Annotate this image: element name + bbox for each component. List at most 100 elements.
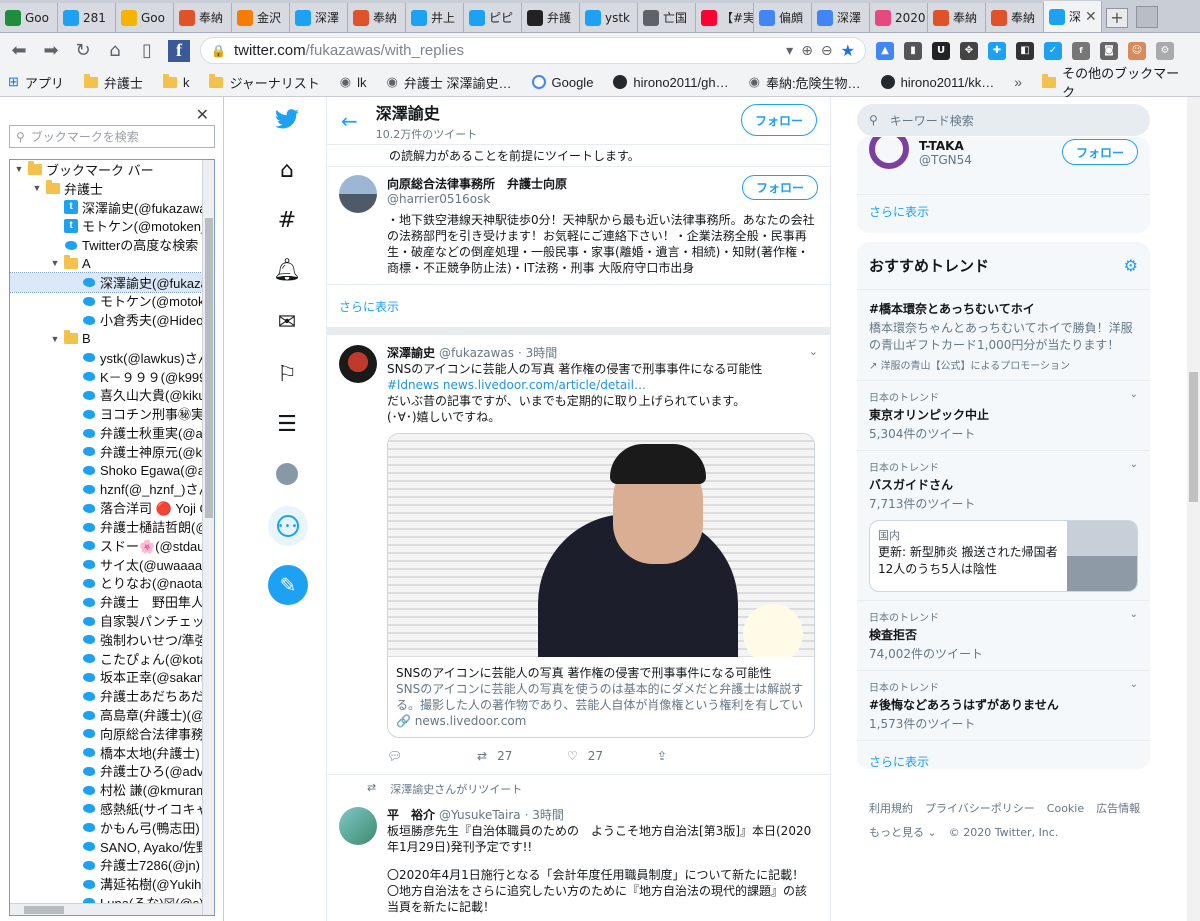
bookmark-item[interactable]: 弁護士 — [83, 73, 143, 92]
bookmark-item[interactable]: 村松 謙(@kmurama) — [10, 780, 202, 799]
more-options-icon[interactable]: ••• — [268, 506, 308, 546]
back-arrow-icon[interactable]: ← — [341, 109, 358, 133]
news-card[interactable]: 国内 更新: 新型肺炎 搬送された帰国者12人のうち5人は陰性 — [869, 520, 1138, 592]
browser-tab[interactable]: ピピ — [464, 3, 522, 32]
new-tab-button[interactable]: + — [1106, 8, 1128, 28]
bookmark-item[interactable]: 高島章(弁護士)(@) — [10, 705, 202, 724]
lists-icon[interactable]: ☰ — [274, 411, 300, 437]
show-more-link[interactable]: さらに表示 — [327, 285, 830, 327]
bookmark-item[interactable]: hirono2011/kk… — [880, 75, 994, 90]
bookmark-item[interactable]: ヨコチン刑事㊙実況 — [10, 404, 202, 423]
url-ext-icon[interactable]: U — [932, 41, 950, 60]
browser-tab[interactable]: 奉納 — [174, 3, 232, 32]
bookmark-item[interactable]: 小倉秀夫(@Hideo_Ogura) — [10, 310, 202, 329]
browser-tab[interactable]: 金沢 — [232, 3, 290, 32]
bookmarks-icon[interactable]: ⚐ — [274, 361, 300, 387]
browser-tab[interactable]: 深澤 — [290, 3, 348, 32]
suggested-user[interactable]: 向原総合法律事務所 弁護士向原 @harrier0516osk フォロー ・地下… — [327, 167, 830, 285]
footer-link[interactable]: Cookie — [1047, 797, 1084, 821]
tweet-author[interactable]: 深澤諭史 — [387, 345, 435, 361]
twitter-ext-icon[interactable]: ✓ — [1044, 41, 1062, 60]
font-ext-icon[interactable]: f — [1072, 41, 1090, 60]
retweet-button[interactable]: ⇄ 27 — [477, 748, 527, 764]
bookmark-item[interactable]: ◉ lk — [340, 74, 367, 90]
avatar[interactable] — [339, 345, 377, 383]
facebook-icon[interactable]: f — [168, 39, 190, 62]
bookmark-item[interactable]: かもん弓(鴨志田) — [10, 818, 202, 837]
bookmarks-panel-icon[interactable]: ▯ — [136, 40, 158, 62]
bookmark-item[interactable]: 溝延祐樹(@Yukih) — [10, 874, 202, 893]
user-name[interactable]: T-TAKA — [919, 139, 972, 153]
bookmark-item[interactable]: 弁護士 野田隼人 — [10, 592, 202, 611]
settings-ext-icon[interactable]: ⚙ — [1156, 41, 1174, 60]
bookmark-item[interactable]: ⊞ アプリ — [8, 73, 64, 92]
home-icon[interactable]: ⌂ — [274, 157, 300, 183]
bookmark-item[interactable]: ystk(@lawkus)さん — [10, 348, 202, 367]
bookmark-item[interactable]: こたぴょん(@kotaro) — [10, 649, 202, 668]
link-card[interactable]: SNSのアイコンに芸能人の写真 著作権の侵害で刑事事件になる可能性 SNSのアイ… — [387, 433, 815, 738]
bookmark-folder[interactable]: ▼ ブックマーク バー — [10, 160, 202, 179]
bookmark-item[interactable]: SANO, Ayako/佐野 — [10, 837, 202, 856]
chevron-down-icon[interactable]: ⌄ — [1130, 459, 1138, 470]
browser-tab[interactable]: 偏頗 — [754, 3, 812, 32]
bookmark-item[interactable]: hirono2011/gh… — [613, 75, 729, 90]
bookmark-item[interactable]: とりなお(@naotaro) — [10, 574, 202, 593]
footer-link[interactable]: プライバシーポリシー — [925, 797, 1035, 821]
bookmark-item[interactable]: 弁護士あだちあだち — [10, 686, 202, 705]
browser-tab[interactable]: 奉納 — [928, 3, 986, 32]
trend-item[interactable]: 日本のトレンド 東京オリンピック中止 5,304件のツイート ⌄ — [857, 381, 1150, 451]
browser-tab[interactable]: Goo — [116, 3, 174, 32]
share-icon[interactable]: ⇪ — [657, 748, 707, 764]
show-more-link[interactable]: さらに表示 — [857, 741, 1150, 769]
bookmark-item[interactable]: K－９９９(@k999) — [10, 367, 202, 386]
trend-item[interactable]: 日本のトレンド バスガイドさん 7,713件のツイート ⌄ 国内 更新: 新型肺炎 搬送さ… — [857, 451, 1150, 601]
extension-icon[interactable]: ▲ — [876, 41, 894, 60]
bookmark-item[interactable]: t 深澤諭史(@fukazawas) — [10, 198, 202, 217]
tweet-time[interactable]: · 3時間 — [525, 807, 564, 823]
browser-tab[interactable]: 井上 — [406, 3, 464, 32]
page-scrollbar[interactable] — [1187, 97, 1200, 921]
compose-tweet-icon[interactable]: ✎ — [268, 565, 308, 605]
bookmark-item[interactable]: hznf(@_hznf_)さん — [10, 480, 202, 499]
show-more-link[interactable]: さらに表示 — [857, 195, 1150, 228]
bookmark-item[interactable]: 弁護士樋詰哲朗(@h) — [10, 517, 202, 536]
bookmark-tree[interactable]: ▼ ブックマーク バー ▼ 弁護士 t 深澤諭史(@fukazawas) t モトケン(@mo… — [9, 159, 215, 916]
notes-ext-icon[interactable]: ◧ — [1016, 41, 1034, 60]
bookmark-item[interactable]: 自家製パンチェッタ — [10, 611, 202, 630]
close-icon[interactable]: ✕ — [1085, 9, 1097, 25]
tweet-link[interactable]: news.livedoor.com/article/detail… — [443, 378, 646, 392]
bookmark-item[interactable]: 向原総合法律事務所 — [10, 724, 202, 743]
bookmark-item[interactable]: 弁護士秋重実(@aki) — [10, 423, 202, 442]
messages-mail-icon[interactable]: ✉ — [274, 309, 300, 335]
browser-tab[interactable]: 奉納 — [986, 3, 1044, 32]
bookmark-item[interactable]: k — [162, 73, 189, 90]
avatar[interactable] — [869, 137, 909, 169]
chevron-down-icon[interactable]: ⌄ — [809, 345, 818, 358]
share-ext-icon[interactable]: ✚ — [988, 41, 1006, 60]
gear-icon[interactable]: ⚙ — [1124, 256, 1138, 275]
hashtag-link[interactable]: #ldnews — [387, 378, 439, 392]
bookmark-item[interactable]: ◉ 弁護士 深澤諭史… — [387, 73, 512, 92]
follow-button[interactable]: フォロー — [1061, 139, 1138, 165]
back-arrow-icon[interactable]: ⬅ — [8, 40, 30, 62]
chevron-down-icon[interactable]: ⌄ — [1130, 389, 1138, 400]
bookmark-item[interactable]: モトケン(@motoken_tw) — [10, 292, 202, 311]
like-button[interactable]: ♡ 27 — [567, 748, 617, 764]
expand-arrow-icon[interactable]: ▼ — [14, 164, 24, 174]
tree-horizontal-scrollbar[interactable] — [10, 903, 202, 915]
bookmark-search-input[interactable]: ⚲ ブックマークを検索 — [9, 125, 215, 148]
bookmark-ext-icon[interactable]: ▮ — [904, 41, 922, 60]
tweet[interactable]: 深澤諭史 @fukazawas · 3時間 SNSのアイコンに芸能人の写真 著作… — [327, 335, 830, 775]
bookmark-item[interactable]: 落合洋司 🔴 Yoji Ochiai — [10, 498, 202, 517]
bookmark-folder[interactable]: ▼ 弁護士 — [10, 179, 202, 198]
tweet-author[interactable]: 平 裕介 — [387, 807, 435, 823]
bookmark-item[interactable]: スドー🌸(@stdaux) — [10, 536, 202, 555]
bookmark-item[interactable]: 弁護士ひろ(@adv) — [10, 762, 202, 781]
browser-tab[interactable]: 亡国 — [638, 3, 696, 32]
trend-item[interactable]: 日本のトレンド #後悔などあろうはずがありません 1,573件のツイート ⌄ — [857, 671, 1150, 741]
address-bar[interactable]: 🔒 twitter.com/fukazawas/with_replies ▾ ⊕… — [200, 37, 866, 64]
tweet-time[interactable]: · 3時間 — [518, 345, 557, 361]
bookmark-item[interactable]: 深澤諭史(@fukazawas) — [10, 271, 203, 293]
move-ext-icon[interactable]: ✥ — [960, 41, 978, 60]
bookmark-item[interactable]: 橋本太地(弁護士) — [10, 743, 202, 762]
